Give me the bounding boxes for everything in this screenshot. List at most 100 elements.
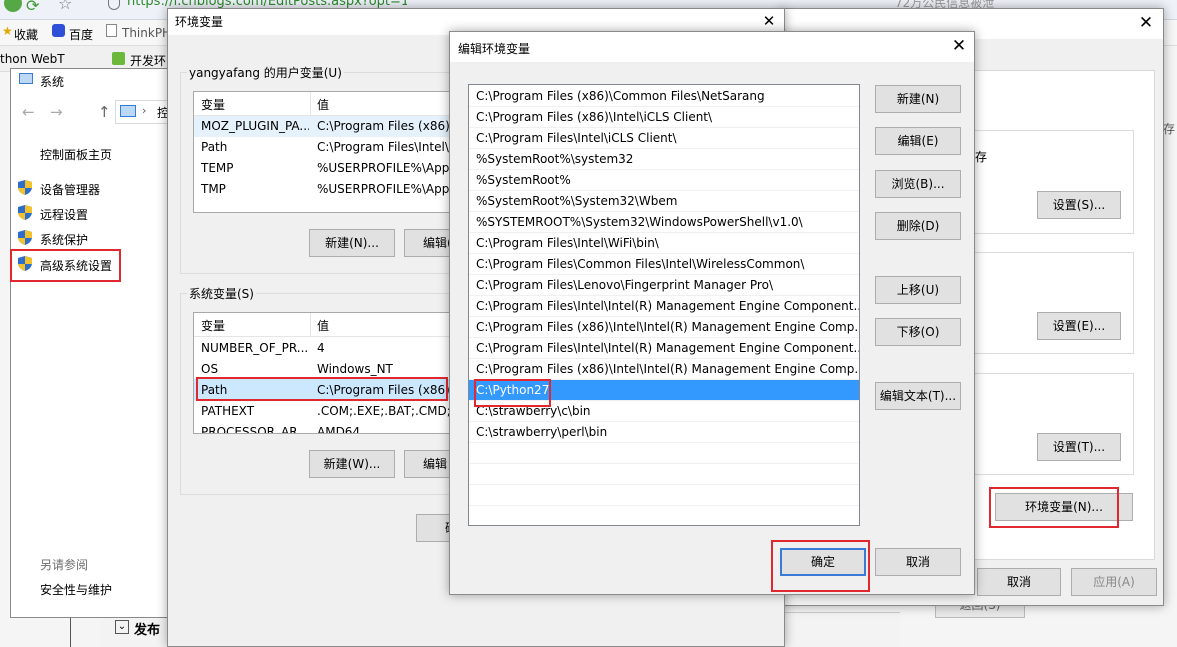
browse-button[interactable]: 浏览(B)... (875, 170, 961, 198)
move-up-button[interactable]: 上移(U) (875, 276, 961, 304)
link-security-maintenance[interactable]: 安全性与维护 (40, 581, 112, 598)
var-value: %USERPROFILE%\Appl (317, 182, 453, 196)
var-name: PROCESSOR_AR... (201, 425, 309, 434)
list-item[interactable]: %SystemRoot%\System32\Wbem (469, 191, 859, 212)
link-remote-settings[interactable]: 远程设置 (40, 206, 88, 223)
col-divider (310, 92, 311, 116)
star-icon[interactable]: ☆ (58, 0, 72, 13)
var-value: C:\Program Files\Intel\ (317, 140, 449, 154)
var-value: Windows_NT (317, 362, 393, 376)
shield-icon (18, 230, 32, 245)
bookmark-favorites[interactable]: 收藏 (14, 26, 38, 43)
move-down-button[interactable]: 下移(O) (875, 318, 961, 346)
settings-e-button[interactable]: 设置(E)... (1037, 312, 1121, 340)
refresh-icon[interactable]: ⟳ (26, 0, 39, 15)
cancel-button[interactable]: 取消 (875, 548, 961, 576)
col-header-val[interactable]: 值 (317, 96, 329, 113)
env-window-title: 环境变量 (175, 15, 224, 29)
list-item[interactable]: C:\Program Files (x86)\Common Files\NetS… (469, 86, 859, 107)
list-item[interactable]: C:\Program Files\Lenovo\Fingerprint Mana… (469, 275, 859, 296)
sysprops-edge-text: 存 (1163, 122, 1176, 136)
control-panel-home-link[interactable]: 控制面板主页 (40, 146, 112, 163)
col-divider (310, 313, 311, 337)
col-header-val[interactable]: 值 (317, 317, 329, 334)
list-item[interactable] (469, 506, 859, 525)
var-name: TMP (201, 182, 226, 196)
settings-s-button[interactable]: 设置(S)... (1037, 191, 1121, 219)
settings-t-button[interactable]: 设置(T)... (1037, 433, 1121, 461)
user-vars-list[interactable]: 变量 值 MOZ_PLUGIN_PA... C:\Program Files (… (193, 91, 453, 213)
var-value: AMD64 (317, 425, 361, 434)
path-list[interactable]: C:\Program Files (x86)\Common Files\NetS… (468, 84, 860, 526)
system-window-icon (19, 73, 33, 84)
list-item[interactable] (469, 464, 859, 485)
shield-icon (18, 205, 32, 220)
list-item[interactable]: %SystemRoot%\system32 (469, 149, 859, 170)
list-item[interactable]: C:\Program Files\Intel\Intel(R) Manageme… (469, 338, 859, 359)
link-device-manager[interactable]: 设备管理器 (40, 181, 100, 198)
user-new-button[interactable]: 新建(N)... (309, 229, 395, 257)
list-item[interactable] (469, 485, 859, 506)
var-value: C:\Program Files (x86)\ (317, 119, 453, 133)
see-also-label: 另请参阅 (40, 558, 89, 572)
list-item[interactable] (469, 443, 859, 464)
edit-close-icon[interactable]: ✕ (944, 32, 974, 62)
browser-tab-left[interactable]: thon WebT (0, 52, 65, 66)
up-nav-icon[interactable]: ↑ (98, 103, 111, 121)
edit-path-button[interactable]: 编辑(E) (875, 127, 961, 155)
divider (70, 618, 71, 647)
sys-vars-list[interactable]: 变量 值 NUMBER_OF_PR... 4 OS Windows_NT Pat… (193, 312, 453, 434)
col-header-var[interactable]: 变量 (201, 96, 225, 113)
highlight-advanced-settings (10, 249, 121, 282)
sys-new-button[interactable]: 新建(W)... (309, 450, 395, 478)
expand-icon[interactable]: ⌄ (115, 620, 129, 634)
list-item[interactable]: C:\Program Files\Intel\WiFi\bin\ (469, 233, 859, 254)
var-value: .COM;.EXE;.BAT;.CMD; (317, 404, 451, 418)
edit-dialog-title: 编辑环境变量 (458, 42, 531, 56)
chevron-right-icon: › (142, 104, 147, 117)
list-item[interactable]: C:\Program Files\Intel\Intel(R) Manageme… (469, 296, 859, 317)
bookmark-star-icon: ★ (2, 24, 13, 38)
sysprops-cancel-button[interactable]: 取消 (977, 568, 1061, 596)
list-item[interactable]: %SYSTEMROOT%\System32\WindowsPowerShell\… (469, 212, 859, 233)
new-path-button[interactable]: 新建(N) (875, 85, 961, 113)
back-nav-icon[interactable]: ← (22, 103, 35, 121)
var-name: NUMBER_OF_PR... (201, 341, 309, 355)
list-item[interactable]: C:\strawberry\perl\bin (469, 422, 859, 443)
list-item[interactable]: %SystemRoot% (469, 170, 859, 191)
system-window-title: 系统 (40, 75, 65, 89)
sysprops-apply-button[interactable]: 应用(A) (1071, 568, 1157, 596)
sysprops-close-icon[interactable]: ✕ (1130, 9, 1162, 39)
tab-dev-env[interactable]: 开发环 (130, 52, 166, 69)
link-system-protection[interactable]: 系统保护 (40, 231, 88, 248)
highlight-path-row (196, 377, 448, 401)
performance-partial-text: 存 (975, 150, 988, 164)
page-icon (106, 24, 117, 37)
bookmark-thinkph[interactable]: ThinkPH (122, 26, 171, 40)
var-name: OS (201, 362, 219, 376)
list-item[interactable]: C:\Program Files (x86)\Intel\iCLS Client… (469, 107, 859, 128)
highlight-python27 (474, 379, 551, 407)
list-item[interactable]: C:\Program Files\Intel\iCLS Client\ (469, 128, 859, 149)
computer-icon (120, 105, 136, 117)
list-item[interactable]: C:\Program Files (x86)\Intel\Intel(R) Ma… (469, 317, 859, 338)
col-header-var[interactable]: 变量 (201, 317, 225, 334)
var-value: %USERPROFILE%\Appl (317, 161, 453, 175)
var-value: 4 (317, 341, 325, 355)
dev-env-icon (112, 52, 125, 65)
shield-icon (18, 180, 32, 195)
publish-label: 发布 (134, 623, 161, 638)
forward-nav-icon[interactable]: → (50, 103, 63, 121)
delete-button[interactable]: 删除(D) (875, 212, 961, 240)
user-vars-label: yangyafang 的用户变量(U) (187, 64, 344, 81)
list-item[interactable]: C:\Program Files\Common Files\Intel\Wire… (469, 254, 859, 275)
sys-vars-label: 系统变量(S) (187, 285, 256, 302)
var-name: PATHEXT (201, 404, 255, 418)
highlight-ok-button (771, 540, 870, 592)
list-item[interactable]: C:\Program Files (x86)\Intel\Intel(R) Ma… (469, 359, 859, 380)
edit-text-button[interactable]: 编辑文本(T)... (875, 382, 961, 410)
bookmark-baidu[interactable]: 百度 (69, 26, 93, 43)
highlight-envvars-button (989, 487, 1119, 528)
var-name: TEMP (201, 161, 234, 175)
paw-icon (52, 24, 65, 37)
